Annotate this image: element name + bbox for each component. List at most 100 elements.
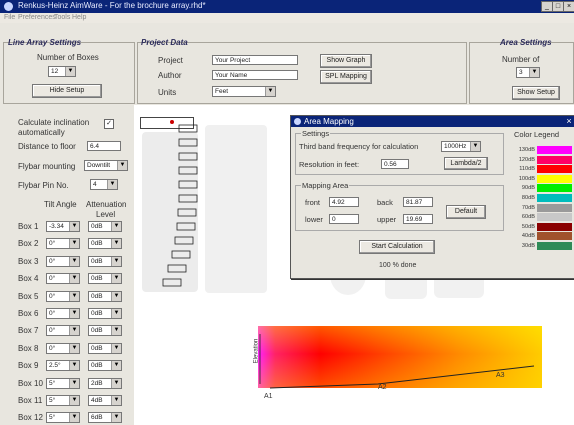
dialog-title: Area Mapping — [304, 117, 354, 126]
chevron-down-icon: ▼ — [265, 87, 275, 96]
box-level-select[interactable]: 6dB ▼ — [88, 412, 122, 424]
box-level-select[interactable]: 4dB ▼ — [88, 395, 122, 406]
project-group — [137, 42, 467, 104]
spl-point-a1: A1 — [264, 393, 273, 400]
box-level-select[interactable]: 0dB ▼ — [88, 325, 122, 337]
close-icon[interactable]: × — [563, 1, 574, 12]
units-select[interactable]: Feet ▼ — [212, 86, 276, 97]
box-level-select[interactable]: 0dB ▼ — [88, 273, 122, 285]
chevron-down-icon: ▼ — [69, 309, 79, 318]
box-level-select[interactable]: 0dB ▼ — [88, 221, 122, 232]
lambda-button[interactable]: Lambda/2 — [444, 157, 488, 170]
legend-swatch — [537, 203, 572, 212]
legend-row: 70dB — [513, 203, 572, 212]
default-button[interactable]: Default — [446, 205, 486, 219]
box-label: Box 7 — [18, 326, 39, 336]
legend-label: 30dB — [521, 243, 535, 249]
start-calculation-button[interactable]: Start Calculation — [359, 240, 435, 254]
upper-input[interactable]: 19.69 — [403, 214, 433, 224]
tilt-angle-header: Tilt Angle — [44, 200, 77, 209]
legend-label: 90dB — [521, 185, 535, 192]
box-tilt-select[interactable]: 0° ▼ — [46, 238, 80, 250]
array-box-outline — [178, 152, 198, 161]
box-tilt-select[interactable]: 5° ▼ — [46, 377, 80, 389]
box-tilt-select[interactable]: 0° ▼ — [46, 273, 80, 285]
chevron-down-icon: ▼ — [111, 378, 121, 388]
menu-tools[interactable]: Tools — [54, 14, 70, 21]
show-graph-button[interactable]: Show Graph — [320, 54, 372, 68]
box-level-select[interactable]: 0dB ▼ — [88, 255, 122, 267]
distance-input[interactable]: 6.4 — [87, 141, 121, 151]
dialog-close-icon[interactable]: × — [564, 116, 574, 126]
calc-inclination-label-2: automatically — [18, 128, 65, 137]
lower-input[interactable]: 0 — [329, 214, 359, 224]
chevron-down-icon: ▼ — [69, 326, 79, 336]
box-tilt-select[interactable]: 0° ▼ — [46, 290, 80, 302]
box-level-select[interactable]: 0dB ▼ — [88, 308, 122, 319]
box-label: Box 5 — [18, 291, 39, 301]
legend-label: 80dB — [521, 195, 535, 201]
lower-label: lower — [305, 215, 323, 224]
author-input[interactable]: Your Name — [212, 70, 298, 80]
array-side-view — [162, 124, 198, 287]
area-header: Area Settings — [500, 38, 552, 47]
array-box-outline — [162, 278, 182, 287]
box-tilt-select[interactable]: 5° ▼ — [46, 412, 80, 424]
box-level-select[interactable]: 0dB ▼ — [88, 342, 122, 354]
third-band-select[interactable]: 1000Hz ▼ — [441, 141, 481, 152]
box-tilt-select[interactable]: 2.5° ▼ — [46, 360, 80, 372]
chevron-down-icon: ▼ — [117, 161, 127, 170]
chevron-down-icon: ▼ — [65, 67, 75, 76]
array-box-outline — [167, 264, 187, 273]
menu-preferences[interactable]: Preferences — [18, 14, 56, 21]
hide-setup-button[interactable]: Hide Setup — [32, 84, 102, 98]
chevron-down-icon: ▼ — [470, 142, 480, 151]
chevron-down-icon: ▼ — [69, 413, 79, 423]
menu-file[interactable]: File — [4, 14, 15, 21]
legend-swatch — [537, 194, 572, 202]
array-box-outline — [177, 208, 197, 217]
calc-inclination-checkbox[interactable]: ✓ — [104, 119, 114, 129]
box-level-select[interactable]: 0dB ▼ — [88, 238, 122, 250]
resolution-input[interactable]: 0.56 — [381, 159, 409, 169]
box-tilt-select[interactable]: 0° ▼ — [46, 255, 80, 267]
spl-measure-line — [259, 334, 535, 389]
show-setup-button[interactable]: Show Setup — [512, 86, 560, 100]
project-input[interactable]: Your Project — [212, 55, 298, 65]
box-level-select[interactable]: 0dB ▼ — [88, 360, 122, 372]
legend-label: 70dB — [521, 204, 535, 211]
front-input[interactable]: 4.92 — [329, 197, 359, 207]
chevron-down-icon: ▼ — [69, 222, 79, 231]
menu-help[interactable]: Help — [72, 14, 86, 21]
box-level-select[interactable]: 0dB ▼ — [88, 290, 122, 302]
box-label: Box 2 — [18, 239, 39, 249]
array-box-outline — [178, 194, 198, 203]
chevron-down-icon: ▼ — [107, 180, 117, 189]
flybar-mounting-select[interactable]: Downtilt ▼ — [84, 160, 128, 171]
num-boxes-select[interactable]: 12 ▼ — [48, 66, 76, 77]
chevron-down-icon: ▼ — [69, 256, 79, 266]
flybar-pin-select[interactable]: 4 ▼ — [90, 179, 118, 190]
array-box-outline — [171, 250, 191, 259]
legend-label: 40dB — [521, 233, 535, 240]
attenuation-header: Attenuation — [86, 200, 127, 209]
chevron-down-icon: ▼ — [111, 326, 121, 336]
legend-swatch — [537, 155, 572, 164]
box-level-select[interactable]: 2dB ▼ — [88, 377, 122, 389]
box-label: Box 12 — [18, 413, 43, 423]
back-input[interactable]: 81.87 — [403, 197, 433, 207]
color-legend: 130dB 120dB 110dB 100dB 90dB 80dB 70dB 60dB 50dB… — [513, 146, 573, 256]
author-label: Author — [158, 71, 182, 80]
legend-label: 100dB — [518, 175, 535, 182]
chevron-down-icon: ▼ — [111, 256, 121, 266]
box-tilt-select[interactable]: 0° ▼ — [46, 325, 80, 337]
chevron-down-icon: ▼ — [69, 378, 79, 388]
box-tilt-select[interactable]: -3.34 ▼ — [46, 221, 80, 232]
chevron-down-icon: ▼ — [529, 68, 539, 77]
legend-swatch — [537, 222, 572, 231]
box-tilt-select[interactable]: 0° ▼ — [46, 342, 80, 354]
area-number-select[interactable]: 3 ▼ — [516, 67, 540, 78]
box-tilt-select[interactable]: 5° ▼ — [46, 395, 80, 406]
box-tilt-select[interactable]: 0° ▼ — [46, 308, 80, 319]
spl-mapping-button[interactable]: SPL Mapping — [320, 70, 372, 84]
